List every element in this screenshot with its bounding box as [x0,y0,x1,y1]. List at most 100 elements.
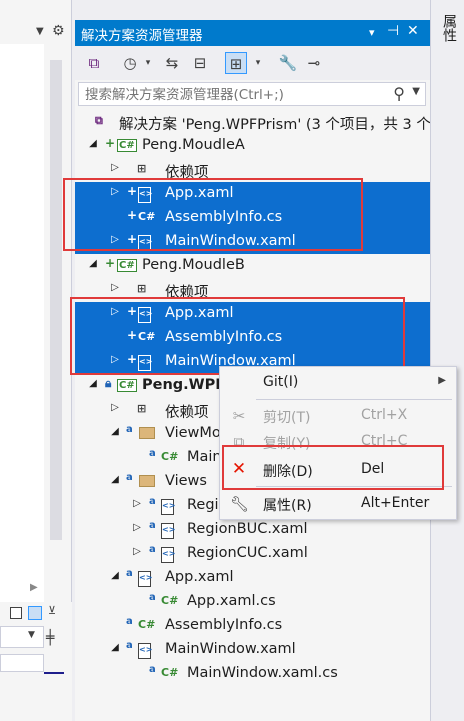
collapse-icon[interactable]: ◢ [87,378,99,389]
tree-item[interactable]: ▷ a <> RegionCUC.xaml [75,542,430,566]
search-box[interactable]: ⚲ ▼ [78,82,426,106]
item-label: App.xaml [165,569,234,585]
item-label: 依赖项 [165,405,209,421]
csharp-file-icon: C# [161,450,179,463]
search-input[interactable] [83,84,387,106]
chevron-down-icon[interactable]: ▾ [137,52,159,74]
panel-title: 解决方案资源管理器 [81,28,203,44]
lock-icon: a [149,520,156,531]
split-horizontal-icon[interactable] [28,606,42,620]
lock-icon: a [149,448,156,459]
expand-icon[interactable]: ▷ [131,498,143,509]
search-icon[interactable]: ⚲ [393,84,405,103]
tree-item[interactable]: a C# App.xaml.cs [75,590,430,614]
left-input[interactable] [0,654,44,672]
lock-icon: a [149,664,156,675]
item-label: RegionCUC.xaml [187,545,308,561]
menu-item-properties[interactable]: 🔧︎ 属性(R) Alt+Enter [220,489,456,519]
csharp-project-icon: C# [117,259,137,272]
left-pane-footer: ▶ ⊻ ▼ ╪ [0,582,72,721]
item-label: ViewMo [165,425,221,441]
item-label: MainWindow.xaml.cs [187,665,338,681]
lock-icon: a [149,592,156,603]
scroll-left-icon[interactable]: ▶ [30,582,38,593]
lock-icon: a [126,568,133,579]
close-icon[interactable]: ✕ [407,23,419,39]
expand-icon[interactable]: ▷ [109,282,121,293]
tree-project[interactable]: ◢ + C# Peng.MoudleB [75,254,430,278]
collapse-pane-icon[interactable]: ⊻ [48,604,56,617]
chevron-down-icon[interactable]: ▾ [247,52,269,74]
item-label: Views [165,473,207,489]
project-label: Peng.MoudleB [142,257,245,273]
chevron-down-icon[interactable]: ▼ [412,86,420,97]
collapse-icon[interactable]: ◢ [87,258,99,269]
item-label: AssemblyInfo.cs [165,617,283,633]
menu-item-git[interactable]: Git(I) ▶ [220,368,456,398]
project-label: Peng.MoudleA [142,137,245,153]
project-label: Peng.WPF [142,377,226,393]
collapse-icon[interactable]: ◢ [87,138,99,149]
panel-title-bar: 解决方案资源管理器 ▾ ⊣ ✕ [75,20,430,46]
dependencies-icon: ⊞ [137,282,147,295]
tree-item[interactable]: ◢ a <> MainWindow.xaml [75,638,430,662]
git-added-icon: + [105,136,116,150]
panel-toolbar: ⧉ ◷ ▾ ⇆ ⊟ ⊞ ▾ 🔧 ⊸ [75,46,430,80]
split-resize-icon[interactable]: ╪ [46,630,54,646]
chevron-down-icon[interactable]: ▼ [36,26,44,37]
left-pane-content [0,44,44,604]
xaml-file-icon: <> [138,569,152,587]
left-dropdown[interactable] [0,626,44,648]
expand-icon[interactable]: ▷ [109,162,121,173]
highlight-box-moudlea [63,178,363,251]
tree-solution[interactable]: ⧉ 解决方案 'Peng.WPFPrism' (3 个项目，共 3 个 [75,110,430,134]
sync-icon[interactable]: ⇆ [161,52,183,74]
show-all-files-icon[interactable]: ⊞ [225,52,247,74]
item-label: MainWindow.xaml [165,641,296,657]
dependencies-icon: ⊞ [137,162,147,175]
menu-item-label: 剪切(T) [263,410,311,426]
chevron-down-icon[interactable]: ▼ [28,630,35,640]
properties-wrench-icon[interactable]: 🔧 [277,52,299,74]
expand-icon[interactable]: ▷ [109,402,121,413]
xaml-file-icon: <> [161,521,175,539]
lock-icon: a [126,640,133,651]
tree-project[interactable]: ◢ + C# Peng.MoudleA [75,134,430,158]
folder-icon [139,425,155,441]
expand-icon[interactable]: ▷ [131,546,143,557]
preview-icon[interactable]: ⊸ [303,52,325,74]
collapse-icon[interactable]: ◢ [109,426,121,437]
highlight-box-moudleb [70,297,405,375]
window-menu-icon[interactable]: ▾ [369,26,375,39]
menu-item-label: 属性(R) [263,498,312,514]
csharp-file-icon: C# [161,666,179,679]
csharp-project-icon: C# [117,139,137,152]
folder-icon [139,473,155,489]
switch-views-icon[interactable]: ⧉ [83,52,105,74]
lock-icon: a [149,496,156,507]
collapse-icon[interactable]: ◢ [109,570,121,581]
csharp-project-icon: C# [117,379,137,392]
tree-item[interactable]: ◢ a <> App.xaml [75,566,430,590]
tree-item[interactable]: a C# AssemblyInfo.cs [75,614,430,638]
expand-icon[interactable]: ▷ [131,522,143,533]
csharp-file-icon: C# [138,618,156,631]
lock-icon: a [149,544,156,555]
split-vertical-icon[interactable] [10,607,22,619]
solution-label: 解决方案 'Peng.WPFPrism' (3 个项目，共 3 个 [119,117,430,133]
item-label: RegionBUC.xaml [187,521,308,537]
lock-icon: a [126,424,133,435]
xaml-file-icon: <> [161,497,175,515]
collapse-icon[interactable]: ◢ [109,474,121,485]
pin-icon[interactable]: ⊣ [387,23,399,39]
tree-item[interactable]: ▷ a <> RegionBUC.xaml [75,518,430,542]
tree-item[interactable]: a C# MainWindow.xaml.cs [75,662,430,686]
gear-icon[interactable]: ⚙ [52,23,65,39]
left-pane-scrollbar[interactable] [50,60,62,540]
csharp-file-icon: C# [161,594,179,607]
properties-side-tab[interactable]: 属性 [430,0,464,721]
collapse-icon[interactable]: ◢ [109,642,121,653]
collapse-all-icon[interactable]: ⊟ [189,52,211,74]
properties-tab-label: 属性 [441,14,457,42]
xaml-file-icon: <> [138,641,152,659]
